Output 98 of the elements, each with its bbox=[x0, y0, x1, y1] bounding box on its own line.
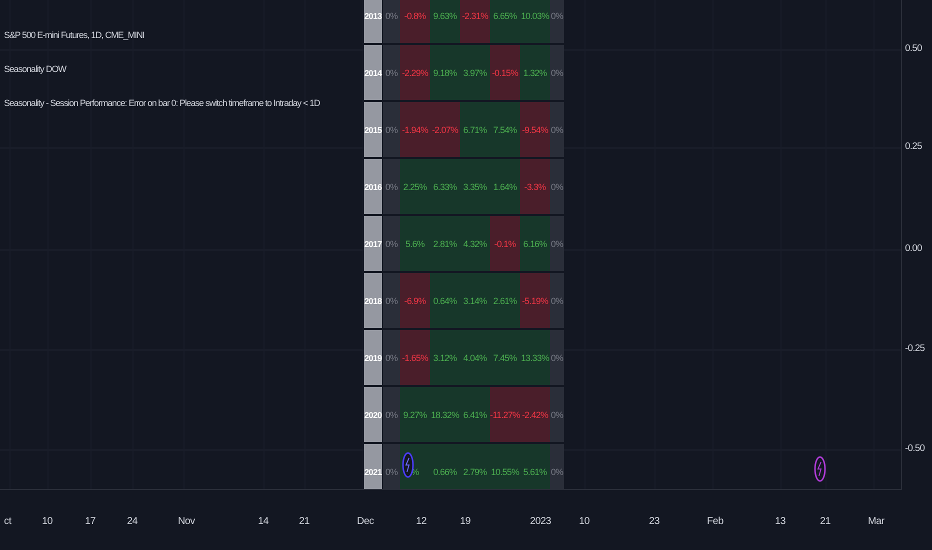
lightning-icon[interactable] bbox=[814, 456, 826, 482]
table-cell: 2.25% bbox=[400, 159, 430, 214]
date-label: Feb bbox=[707, 516, 724, 527]
table-cell: 0% bbox=[550, 216, 564, 271]
table-cell: 1.64% bbox=[490, 159, 520, 214]
table-cell: 3.12% bbox=[430, 330, 460, 385]
table-cell: -2.07% bbox=[430, 102, 460, 157]
legend-text: Seasonality - Session Performance: Error on bar 0: Please switch timeframe to Intraday < 1D bbox=[4, 98, 320, 108]
year-cell: 2014 bbox=[364, 45, 382, 100]
price-label: 0.50 bbox=[905, 43, 922, 54]
date-label: 19 bbox=[460, 516, 471, 527]
table-cell: -2.31% bbox=[460, 0, 490, 43]
year-cell: 2017 bbox=[364, 216, 382, 271]
table-cell: 0% bbox=[383, 444, 400, 489]
legend-text: S&P 500 E-mini Futures, 1D, CME_MINI bbox=[4, 30, 146, 40]
date-label: Nov bbox=[178, 516, 195, 527]
table-cell: 9.18% bbox=[430, 45, 460, 100]
date-label: ct bbox=[4, 516, 12, 527]
table-cell: -2.42% bbox=[520, 387, 550, 442]
date-label: 21 bbox=[299, 516, 310, 527]
table-cell: 9.27% bbox=[400, 387, 430, 442]
table-cell: 18.32% bbox=[430, 387, 460, 442]
table-cell: -0.15% bbox=[490, 45, 520, 100]
date-label: 10 bbox=[42, 516, 53, 527]
table-cell: 5.6% bbox=[400, 216, 430, 271]
table-cell: 0% bbox=[383, 0, 400, 43]
table-cell: -3.3% bbox=[520, 159, 550, 214]
table-cell: 0% bbox=[383, 159, 400, 214]
table-cell: 3.97% bbox=[460, 45, 490, 100]
table-cell: -2.29% bbox=[400, 45, 430, 100]
table-cell: 1.32% bbox=[520, 45, 550, 100]
table-cell: 0% bbox=[550, 273, 564, 328]
table-cell: 6.33% bbox=[430, 159, 460, 214]
table-cell: 0% bbox=[383, 387, 400, 442]
table-cell: 0% bbox=[383, 45, 400, 100]
table-cell: 6.16% bbox=[520, 216, 550, 271]
table-cell: 6.65% bbox=[490, 0, 520, 43]
table-cell: 2.79% bbox=[460, 444, 490, 489]
table-cell: 5.61% bbox=[520, 444, 550, 489]
table-cell: -5.19% bbox=[520, 273, 550, 328]
date-label: 10 bbox=[579, 516, 590, 527]
table-cell: 10.03% bbox=[520, 0, 550, 43]
table-cell: -1.94% bbox=[400, 102, 430, 157]
table-cell: -9.54% bbox=[520, 102, 550, 157]
table-cell: 0% bbox=[383, 216, 400, 271]
table-cell: 13.33% bbox=[520, 330, 550, 385]
table-cell: -1.65% bbox=[400, 330, 430, 385]
table-cell: 0% bbox=[550, 45, 564, 100]
year-cell: 2015 bbox=[364, 102, 382, 157]
table-cell: -0.1% bbox=[490, 216, 520, 271]
legend-text: Seasonality DOW bbox=[4, 64, 68, 74]
table-cell: 0% bbox=[550, 0, 564, 43]
table-cell: 4.32% bbox=[460, 216, 490, 271]
table-cell: 0% bbox=[383, 330, 400, 385]
table-cell: 10.55% bbox=[490, 444, 520, 489]
price-label: -0.50 bbox=[905, 443, 925, 454]
date-label: 12 bbox=[416, 516, 427, 527]
table-cell: 9.63% bbox=[430, 0, 460, 43]
table-cell: 2.61% bbox=[490, 273, 520, 328]
table-cell: 0% bbox=[383, 273, 400, 328]
year-cell: 2019 bbox=[364, 330, 382, 385]
table-cell: 0% bbox=[383, 102, 400, 157]
date-label: 23 bbox=[649, 516, 660, 527]
date-label: Mar bbox=[868, 516, 884, 527]
year-cell: 2021 bbox=[364, 444, 382, 489]
table-cell: 0% bbox=[550, 330, 564, 385]
year-cell: 2020 bbox=[364, 387, 382, 442]
table-cell: -11.27% bbox=[490, 387, 520, 442]
table-cell: 7.54% bbox=[490, 102, 520, 157]
table-cell: 4.04% bbox=[460, 330, 490, 385]
date-label: 21 bbox=[820, 516, 831, 527]
table-cell: 2.81% bbox=[430, 216, 460, 271]
table-cell: -0.8% bbox=[400, 0, 430, 43]
table-cell: 0% bbox=[550, 387, 564, 442]
table-cell: 7.45% bbox=[490, 330, 520, 385]
lightning-icon[interactable] bbox=[402, 452, 414, 478]
price-label: 0.00 bbox=[905, 243, 922, 254]
year-cell: 2013 bbox=[364, 0, 382, 43]
year-cell: 2018 bbox=[364, 273, 382, 328]
table-cell: 0% bbox=[550, 159, 564, 214]
year-cell: 2016 bbox=[364, 159, 382, 214]
table-cell: 6.41% bbox=[460, 387, 490, 442]
table-cell: 3.35% bbox=[460, 159, 490, 214]
date-label: 24 bbox=[127, 516, 138, 527]
table-cell: -6.9% bbox=[400, 273, 430, 328]
date-label: 17 bbox=[85, 516, 96, 527]
date-label: Dec bbox=[357, 516, 374, 527]
date-label: 2023 bbox=[530, 516, 552, 527]
price-label: 0.25 bbox=[905, 141, 922, 152]
table-cell: 6.71% bbox=[460, 102, 490, 157]
price-label: -0.25 bbox=[905, 343, 925, 354]
date-label: 14 bbox=[258, 516, 269, 527]
table-cell: 3.14% bbox=[460, 273, 490, 328]
table-cell: 0.66% bbox=[430, 444, 460, 489]
table-cell: 0% bbox=[550, 444, 564, 489]
table-cell: 0.64% bbox=[430, 273, 460, 328]
date-label: 13 bbox=[775, 516, 786, 527]
table-cell: 0% bbox=[550, 102, 564, 157]
